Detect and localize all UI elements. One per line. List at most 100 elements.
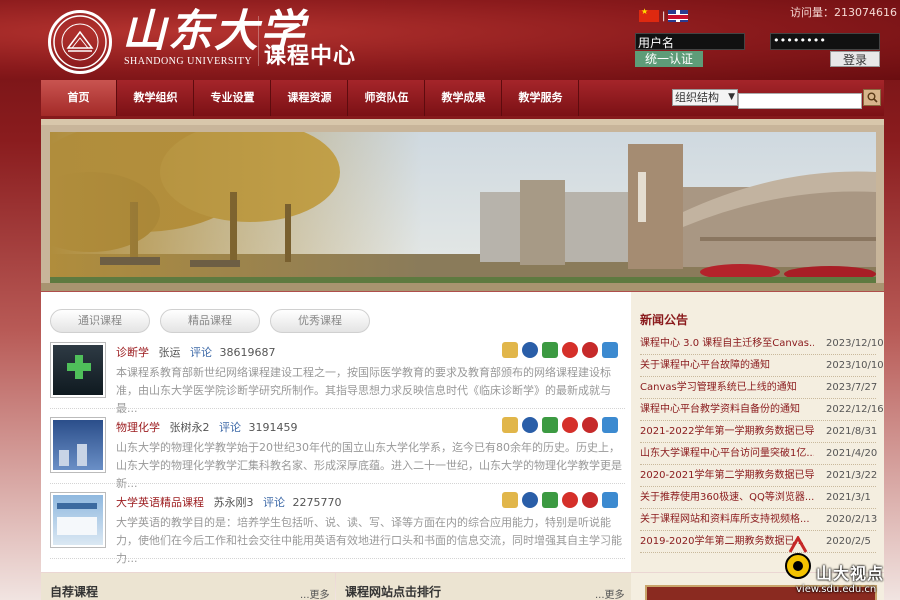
favorite-icon[interactable] xyxy=(502,342,518,358)
tab-excellent-courses[interactable]: 优秀课程 xyxy=(270,309,370,333)
university-name-english: SHANDONG UNIVERSITY xyxy=(124,56,253,67)
news-item[interactable]: 2021-2022学年第一学期教务数据已导... 2021/8/31 xyxy=(640,421,878,443)
news-date: 2021/3/22 xyxy=(826,470,878,481)
english-flag-icon[interactable] xyxy=(668,10,689,22)
weibo-icon[interactable] xyxy=(562,342,578,358)
chinese-flag-icon[interactable] xyxy=(639,7,659,22)
course-teacher[interactable]: 张树永2 xyxy=(170,421,210,434)
share-toolbar xyxy=(502,342,618,358)
password-field[interactable]: •••••••• xyxy=(770,33,880,50)
campus-banner-image[interactable] xyxy=(50,132,876,283)
org-structure-select[interactable]: 组织结构 ▼ xyxy=(672,89,738,106)
nav-item-services[interactable]: 教学服务 xyxy=(503,80,579,116)
search-input[interactable] xyxy=(738,93,862,109)
news-title[interactable]: 课程中心平台教学资料自备份的通知 xyxy=(640,399,814,421)
course-name[interactable]: 物理化学 xyxy=(116,421,160,434)
visit-count: 2275770 xyxy=(292,496,342,509)
news-title[interactable]: 课程中心 3.0 课程自主迁移至Canvas... xyxy=(640,333,814,355)
news-item[interactable]: 2020-2021学年第二学期教务数据已导... 2021/3/22 xyxy=(640,465,878,487)
weibo-icon[interactable] xyxy=(562,492,578,508)
course-description: 山东大学的物理化学教学始于20世纪30年代的国立山东大学化学系，迄今已有80余年… xyxy=(116,441,622,490)
news-item[interactable]: 山东大学课程中心平台访问量突破1亿... 2021/4/20 xyxy=(640,443,878,465)
course-name[interactable]: 大学英语精品课程 xyxy=(116,496,204,509)
course-item: 诊断学 张运 评论 38619687 本课程系教育部新世纪网络课程建设工程之一，… xyxy=(50,342,625,415)
favorite-icon[interactable] xyxy=(502,492,518,508)
nav-item-home[interactable]: 首页 xyxy=(41,80,117,116)
course-teacher[interactable]: 张运 xyxy=(159,346,181,359)
news-date: 2023/7/27 xyxy=(826,382,878,393)
netease-icon[interactable] xyxy=(582,417,598,433)
nav-item-faculty[interactable]: 师资队伍 xyxy=(349,80,425,116)
visit-count: 38619687 xyxy=(219,346,276,359)
comment-link[interactable]: 评论 xyxy=(190,346,212,359)
course-name[interactable]: 诊断学 xyxy=(116,346,149,359)
qzone-icon[interactable] xyxy=(602,492,618,508)
course-thumbnail[interactable] xyxy=(50,342,106,398)
news-title[interactable]: 2021-2022学年第一学期教务数据已导... xyxy=(640,421,814,443)
douban-icon[interactable] xyxy=(542,342,558,358)
renren-icon[interactable] xyxy=(522,417,538,433)
watermark-url: view.sdu.edu.cn xyxy=(796,584,877,595)
nav-item-majors[interactable]: 专业设置 xyxy=(195,80,271,116)
comment-link[interactable]: 评论 xyxy=(219,421,241,434)
chevron-down-icon: ▼ xyxy=(728,92,735,102)
news-date: 2021/4/20 xyxy=(826,448,878,459)
login-button[interactable]: 登录 xyxy=(830,51,880,67)
self-recommend-heading: 自荐课程 xyxy=(50,585,99,599)
course-teacher[interactable]: 苏永刚3 xyxy=(214,496,254,509)
news-date: 2023/10/10 xyxy=(826,360,884,371)
tab-general-courses[interactable]: 通识课程 xyxy=(50,309,150,333)
course-description: 本课程系教育部新世纪网络课程建设工程之一，按国际医学教育的要求及教育部颁布的网络… xyxy=(116,366,611,415)
netease-icon[interactable] xyxy=(582,342,598,358)
netease-icon[interactable] xyxy=(582,492,598,508)
qzone-icon[interactable] xyxy=(602,417,618,433)
course-description: 大学英语的教学目的是：培养学生包括听、说、读、写、译等方面在内的综合应用能力，特… xyxy=(116,516,622,565)
university-seal-logo[interactable] xyxy=(48,10,112,74)
douban-icon[interactable] xyxy=(542,492,558,508)
news-date: 2020/2/13 xyxy=(826,514,878,525)
news-title[interactable]: 2020-2021学年第二学期教务数据已导... xyxy=(640,465,814,487)
news-title[interactable]: Canvas学习管理系统已上线的通知 xyxy=(640,377,814,399)
news-item[interactable]: 关于课程中心平台故障的通知 2023/10/10 xyxy=(640,355,884,377)
douban-icon[interactable] xyxy=(542,417,558,433)
news-item[interactable]: 关于推荐使用360极速、QQ等浏览器... 2021/3/1 xyxy=(640,487,876,509)
more-link[interactable]: ...更多 xyxy=(595,586,625,600)
nav-item-course-resources[interactable]: 课程资源 xyxy=(272,80,348,116)
comment-link[interactable]: 评论 xyxy=(263,496,285,509)
username-field[interactable]: 用户名 xyxy=(635,33,745,50)
visit-count: 3191459 xyxy=(248,421,298,434)
search-icon xyxy=(867,92,878,103)
weibo-icon[interactable] xyxy=(562,417,578,433)
news-title[interactable]: 关于推荐使用360极速、QQ等浏览器... xyxy=(640,487,814,509)
language-switch: | xyxy=(639,7,689,22)
org-select-label: 组织结构 xyxy=(675,91,719,104)
renren-icon[interactable] xyxy=(522,492,538,508)
news-title[interactable]: 山东大学课程中心平台访问量突破1亿... xyxy=(640,443,814,465)
news-title[interactable]: 关于课程中心平台故障的通知 xyxy=(640,355,814,377)
unified-auth-button[interactable]: 统一认证 xyxy=(635,51,703,67)
news-item[interactable]: 课程中心 3.0 课程自主迁移至Canvas... 2023/12/10 xyxy=(640,333,884,355)
course-item: 大学英语精品课程 苏永刚3 评论 2275770 大学英语的教学目的是：培养学生… xyxy=(50,492,625,565)
news-item[interactable]: Canvas学习管理系统已上线的通知 2023/7/27 xyxy=(640,377,878,399)
favorite-icon[interactable] xyxy=(502,417,518,433)
site-header: 山东大学 SHANDONG UNIVERSITY 课程中心 | 访问量：2130… xyxy=(0,0,900,80)
news-item[interactable]: 关于课程网站和资料库所支持视频格... 2020/2/13 xyxy=(640,509,878,531)
course-thumbnail[interactable] xyxy=(50,417,106,473)
news-item[interactable]: 课程中心平台教学资料自备份的通知 2022/12/16 xyxy=(640,399,884,421)
nav-item-achievements[interactable]: 教学成果 xyxy=(426,80,502,116)
logo-divider xyxy=(258,16,259,66)
search-button[interactable] xyxy=(863,89,881,106)
nav-item-teaching-org[interactable]: 教学组织 xyxy=(118,80,194,116)
news-date: 2023/12/10 xyxy=(826,338,884,349)
course-thumbnail[interactable] xyxy=(50,492,106,548)
qzone-icon[interactable] xyxy=(602,342,618,358)
site-title: 课程中心 xyxy=(264,44,357,69)
campus-scene-illustration xyxy=(50,132,876,283)
more-link[interactable]: ...更多 xyxy=(300,586,330,600)
news-date: 2021/8/31 xyxy=(826,426,878,437)
watermark: 山大视点 view.sdu.edu.cn xyxy=(778,536,900,600)
news-title[interactable]: 关于课程网站和资料库所支持视频格... xyxy=(640,509,814,531)
renren-icon[interactable] xyxy=(522,342,538,358)
visit-counter: 访问量：213074616 xyxy=(790,6,897,19)
tab-quality-courses[interactable]: 精品课程 xyxy=(160,309,260,333)
